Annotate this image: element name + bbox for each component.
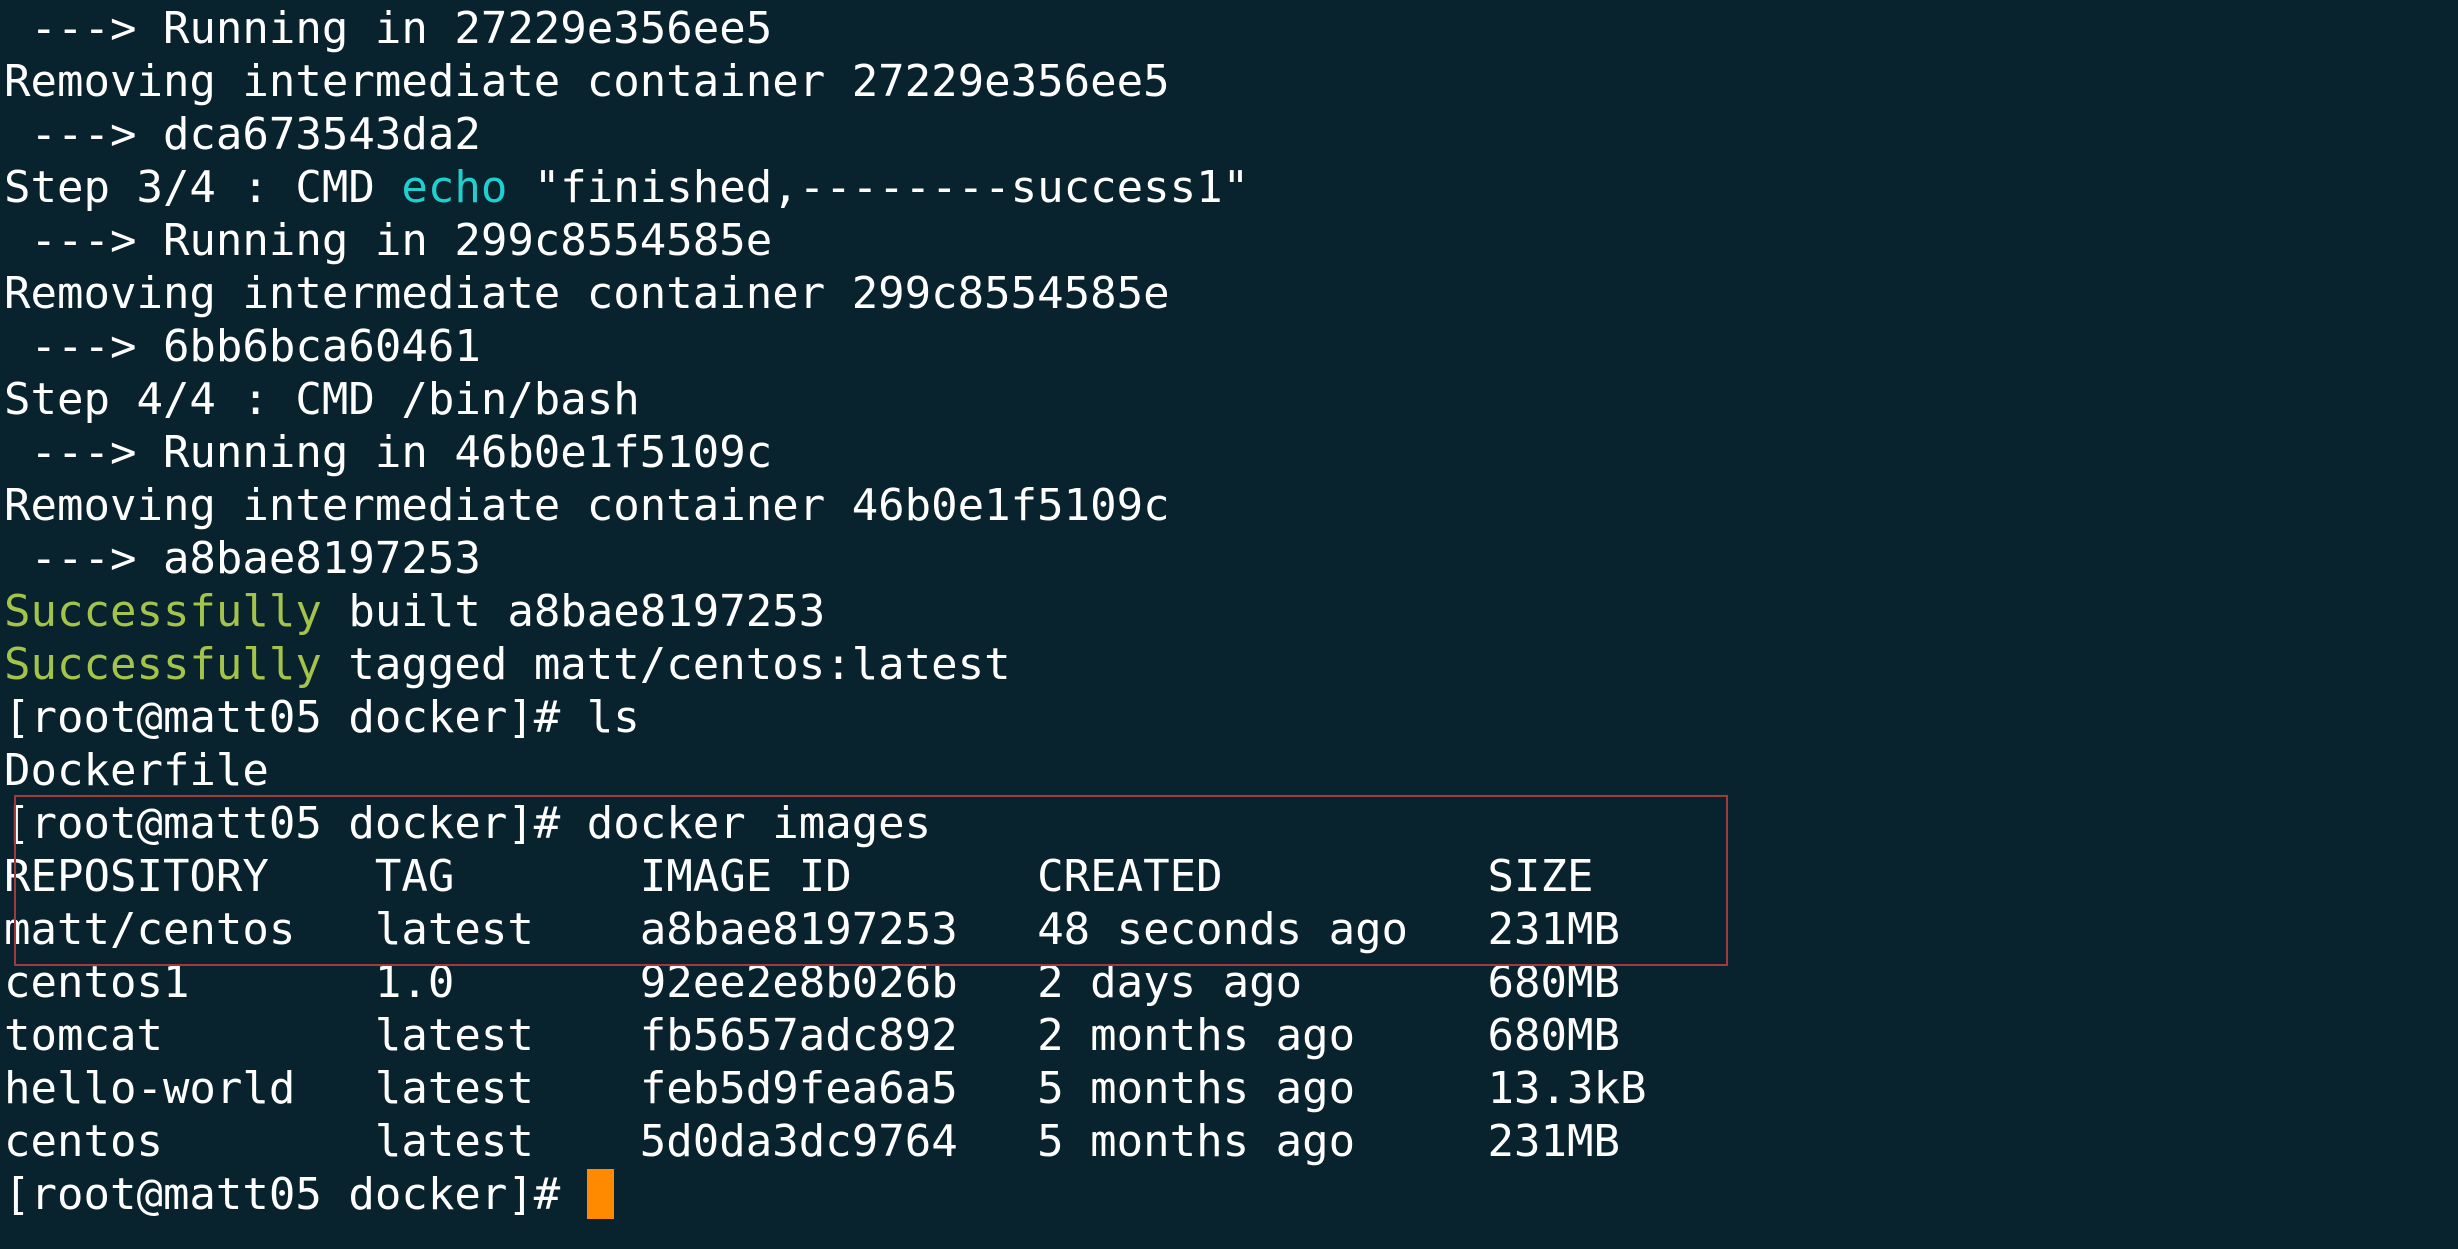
step3-prefix: Step 3/4 : CMD bbox=[4, 162, 402, 213]
terminal-line: [root@matt05 docker]# ls bbox=[4, 692, 640, 743]
terminal-line: ---> Running in 27229e356ee5 bbox=[4, 3, 773, 54]
success-keyword: Successfully bbox=[4, 586, 322, 637]
cell-size: 680MB bbox=[1487, 957, 1620, 1008]
cell-image-id: 5d0da3dc9764 bbox=[639, 1116, 958, 1167]
cell-created: 5 months ago bbox=[1037, 1063, 1356, 1114]
terminal-line: ---> Running in 46b0e1f5109c bbox=[4, 427, 773, 478]
table-row: centos1 1.0 92ee2e8b026b 2 days ago 680M… bbox=[4, 956, 2458, 1009]
images-table-header: REPOSITORY TAG IMAGE ID CREATED SIZE bbox=[4, 850, 2458, 903]
table-row: tomcat latest fb5657adc892 2 months ago … bbox=[4, 1009, 2458, 1062]
terminal-line-docker-images-command: [root@matt05 docker]# docker images bbox=[4, 798, 932, 849]
success-keyword: Successfully bbox=[4, 639, 322, 690]
success-built-rest: built a8bae8197253 bbox=[321, 586, 826, 637]
terminal-prompt-line[interactable]: [root@matt05 docker]# bbox=[4, 1168, 2458, 1221]
success-tagged-rest: tagged matt/centos:latest bbox=[321, 639, 1011, 690]
header-tag: TAG bbox=[374, 851, 455, 902]
cell-tag: 1.0 bbox=[374, 957, 455, 1008]
header-repository: REPOSITORY bbox=[4, 851, 269, 902]
header-image-id: IMAGE ID bbox=[639, 851, 852, 902]
cell-image-id: a8bae8197253 bbox=[639, 904, 958, 955]
text-cursor bbox=[586, 1169, 614, 1219]
terminal-line: Removing intermediate container 299c8554… bbox=[4, 268, 1170, 319]
table-row: hello-world latest feb5d9fea6a5 5 months… bbox=[4, 1062, 2458, 1115]
cell-size: 231MB bbox=[1487, 904, 1620, 955]
header-size: SIZE bbox=[1487, 851, 1594, 902]
terminal-line: ---> 6bb6bca60461 bbox=[4, 321, 481, 372]
terminal-line: Removing intermediate container 27229e35… bbox=[4, 56, 1170, 107]
terminal-line-step3: Step 3/4 : CMD echo "finished,--------su… bbox=[4, 161, 2458, 214]
terminal-line-success-tagged: Successfully tagged matt/centos:latest bbox=[4, 638, 2458, 691]
cell-size: 231MB bbox=[1487, 1116, 1620, 1167]
shell-prompt: [root@matt05 docker]# bbox=[4, 1169, 587, 1220]
cell-created: 48 seconds ago bbox=[1037, 904, 1409, 955]
terminal-line: ---> Running in 299c8554585e bbox=[4, 215, 773, 266]
cell-size: 13.3kB bbox=[1487, 1063, 1647, 1114]
echo-keyword: echo bbox=[401, 162, 508, 213]
cell-tag: latest bbox=[374, 1010, 534, 1061]
cell-created: 2 months ago bbox=[1037, 1010, 1356, 1061]
cell-image-id: fb5657adc892 bbox=[639, 1010, 958, 1061]
cell-repository: hello-world bbox=[4, 1063, 296, 1114]
terminal-line: Dockerfile bbox=[4, 745, 269, 796]
terminal-line: ---> a8bae8197253 bbox=[4, 533, 481, 584]
cell-tag: latest bbox=[374, 904, 534, 955]
cell-image-id: 92ee2e8b026b bbox=[639, 957, 958, 1008]
cell-repository: tomcat bbox=[4, 1010, 163, 1061]
header-created: CREATED bbox=[1037, 851, 1223, 902]
cell-size: 680MB bbox=[1487, 1010, 1620, 1061]
cell-repository: matt/centos bbox=[4, 904, 296, 955]
cell-repository: centos1 bbox=[4, 957, 190, 1008]
terminal-line: ---> dca673543da2 bbox=[4, 109, 481, 160]
cell-created: 5 months ago bbox=[1037, 1116, 1356, 1167]
terminal-line: Step 4/4 : CMD /bin/bash bbox=[4, 374, 640, 425]
table-row: centos latest 5d0da3dc9764 5 months ago … bbox=[4, 1115, 2458, 1168]
terminal-line: Removing intermediate container 46b0e1f5… bbox=[4, 480, 1170, 531]
cell-image-id: feb5d9fea6a5 bbox=[639, 1063, 958, 1114]
cell-tag: latest bbox=[374, 1116, 534, 1167]
step3-rest: "finished,--------success1" bbox=[507, 162, 1250, 213]
cell-created: 2 days ago bbox=[1037, 957, 1303, 1008]
terminal-line-success-built: Successfully built a8bae8197253 bbox=[4, 585, 2458, 638]
cell-tag: latest bbox=[374, 1063, 534, 1114]
cell-repository: centos bbox=[4, 1116, 163, 1167]
terminal-window[interactable]: ---> Running in 27229e356ee5 Removing in… bbox=[0, 0, 2458, 1249]
table-row: matt/centos latest a8bae8197253 48 secon… bbox=[4, 903, 2458, 956]
